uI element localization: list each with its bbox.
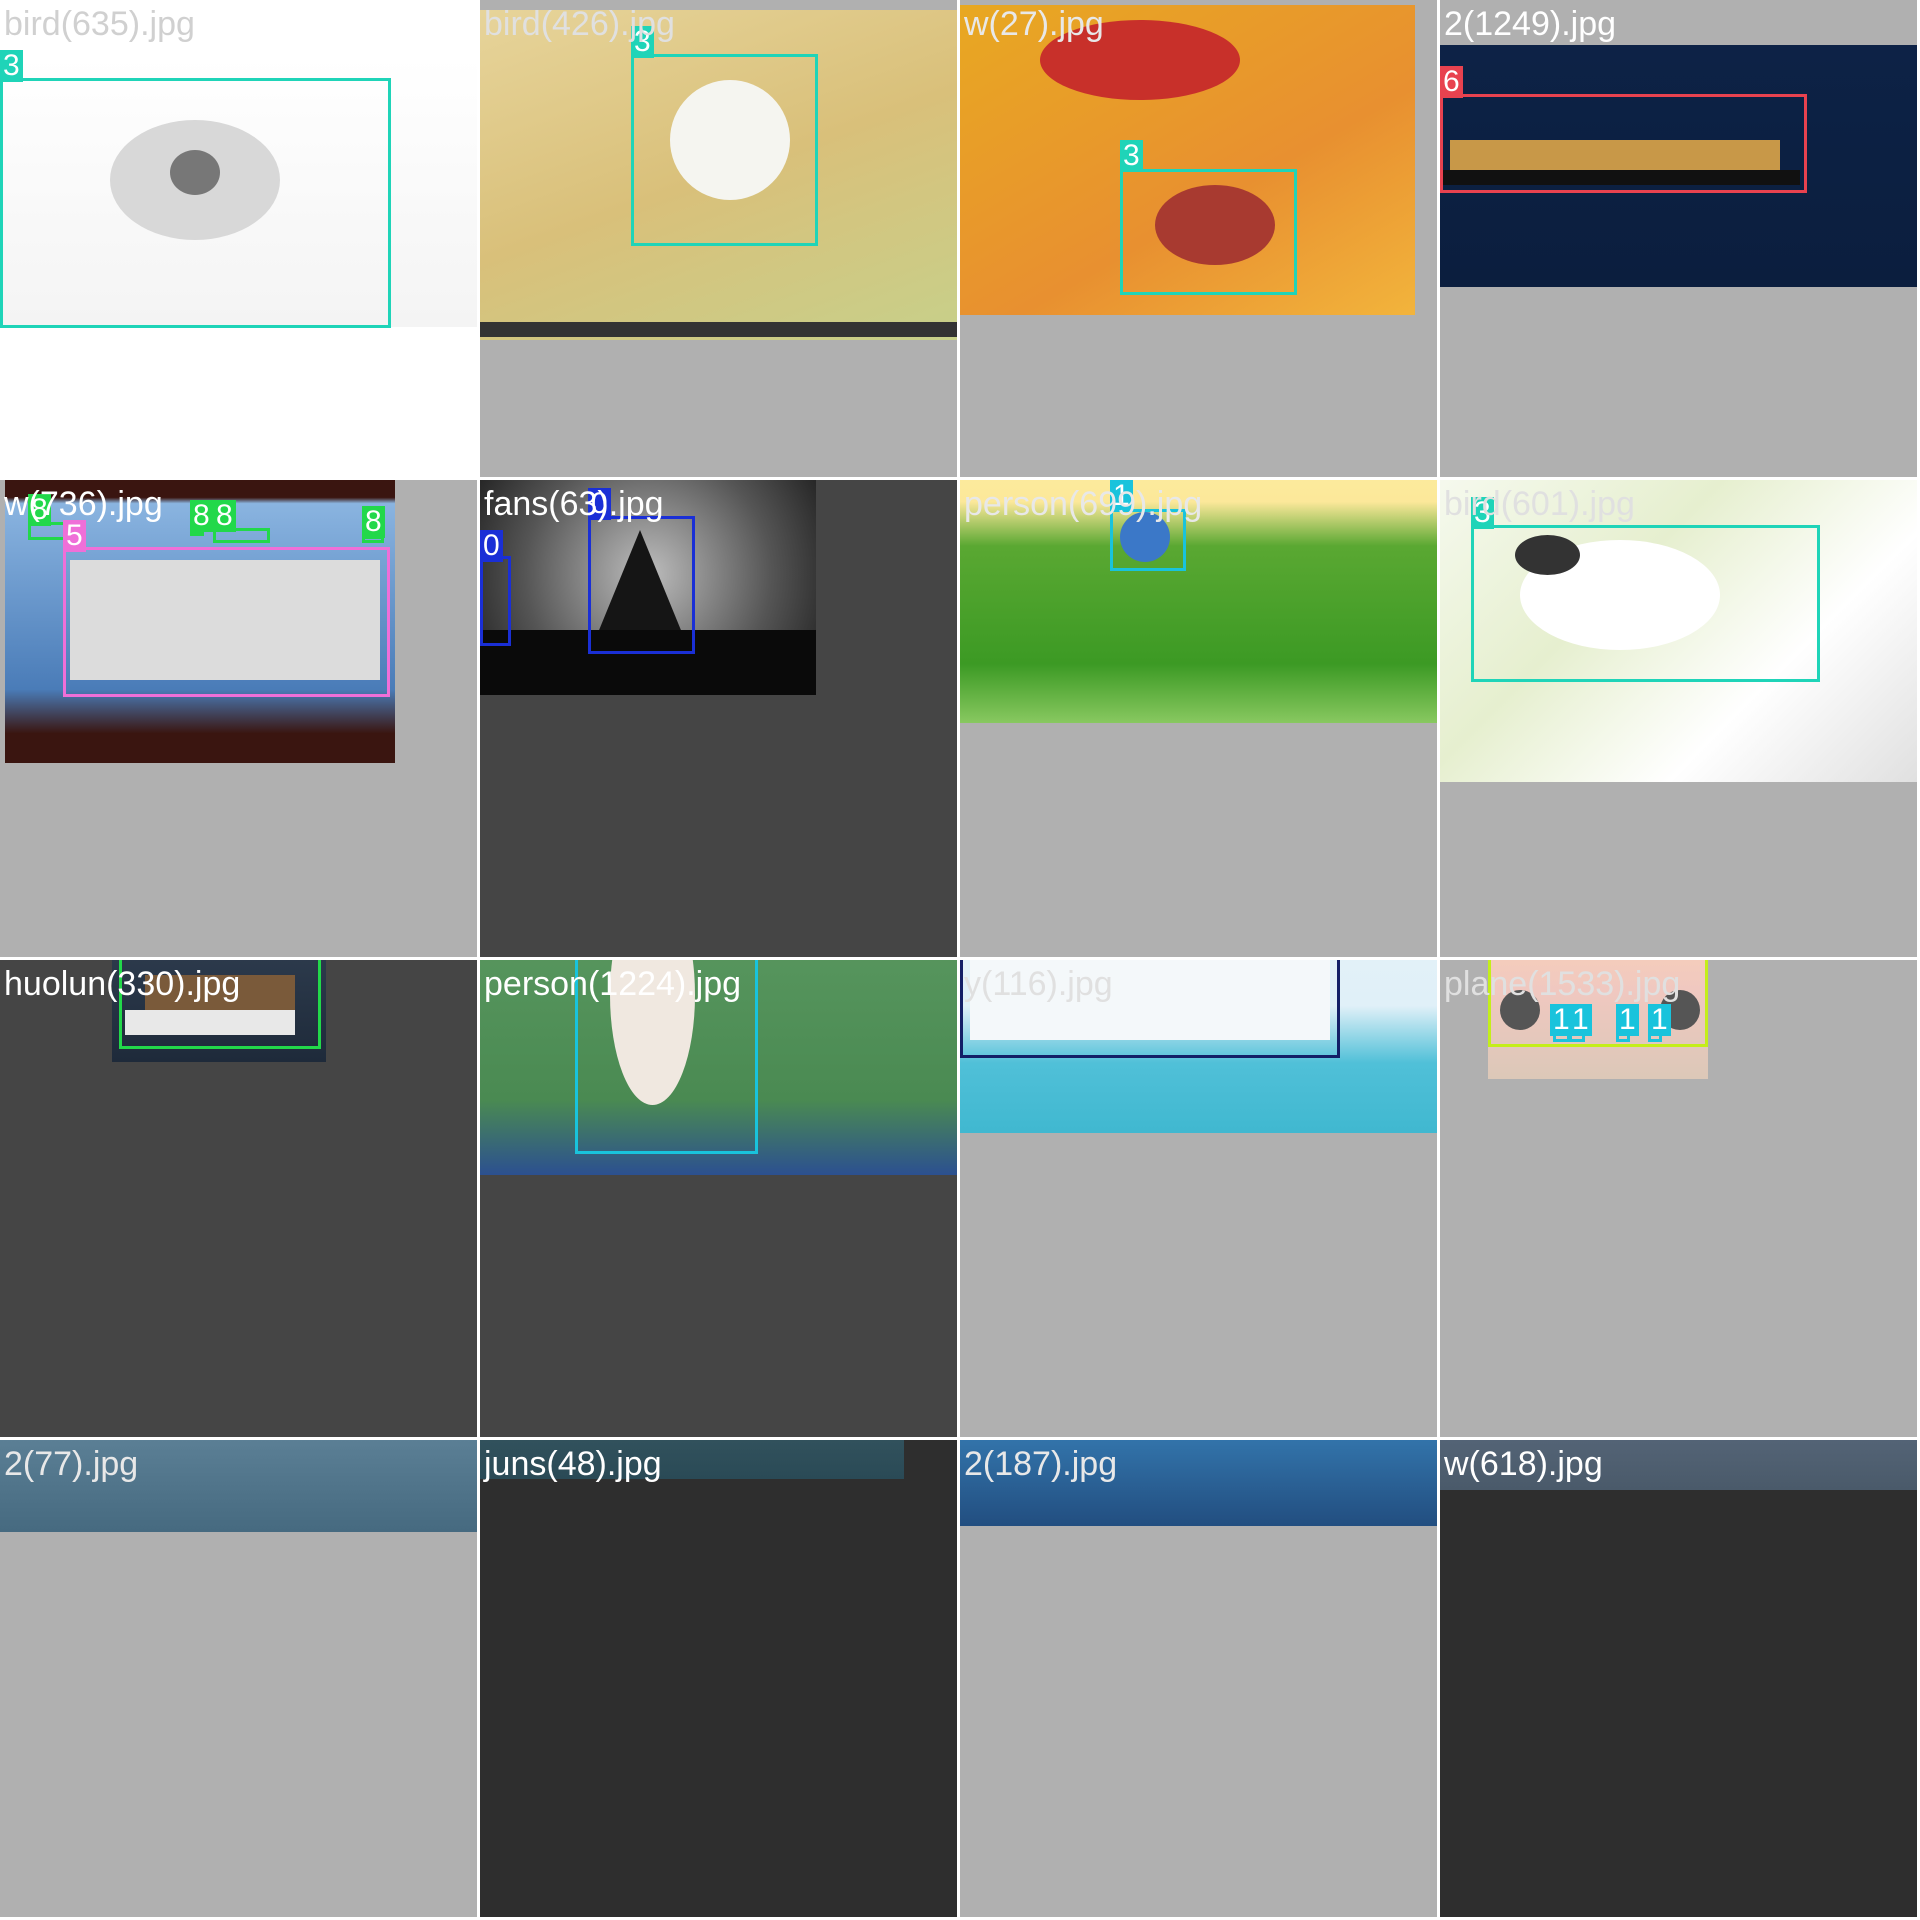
class-label: 8 (362, 506, 385, 538)
mosaic-tile: 71111plane(1533).jpg (1440, 960, 1917, 1437)
mosaic-tile: 4y(116).jpg (960, 960, 1437, 1437)
mosaic-tile: 3 bird(635).jpg (0, 0, 477, 477)
image-filename: bird(635).jpg (4, 5, 195, 43)
mosaic-grid: 3 bird(635).jpg 3 bird(426).jpg 3 w(27).jpg 6 2… (0, 0, 1920, 1920)
mosaic-tile: 52juns(48).jpg (480, 1440, 957, 1917)
mosaic-tile: 0 0 fans(63).jpg (480, 480, 957, 957)
image-filename: huolun(330).jpg (4, 965, 241, 1003)
class-label: 8 (213, 500, 236, 532)
image-filename: person(699).jpg (964, 485, 1203, 523)
bounding-box (1440, 94, 1807, 193)
bounding-box (631, 54, 818, 246)
image-filename: w(618).jpg (1444, 1445, 1603, 1483)
image-filename: bird(601).jpg (1444, 485, 1635, 523)
bounding-box (1471, 525, 1820, 682)
bounding-box (1120, 169, 1297, 295)
bounding-box (63, 547, 390, 697)
bounding-box (480, 556, 511, 646)
mosaic-tile: 1 person(699).jpg (960, 480, 1437, 957)
image-filename: w(736).jpg (4, 485, 163, 523)
image-filename: juns(48).jpg (484, 1445, 662, 1483)
class-label: 3 (1120, 140, 1143, 172)
image-filename: plane(1533).jpg (1444, 965, 1681, 1003)
mosaic-tile: 8 5 8 8 8 w(736).jpg (0, 480, 477, 957)
image-filename: 2(77).jpg (4, 1445, 139, 1483)
image-filename: 2(1249).jpg (1444, 5, 1617, 43)
bounding-box (588, 516, 695, 654)
mosaic-tile: 8huolun(330).jpg (0, 960, 477, 1437)
mosaic-tile: 1person(1224).jpg (480, 960, 957, 1437)
mosaic-tile: 3 bird(426).jpg (480, 0, 957, 477)
image-filename: person(1224).jpg (484, 965, 742, 1003)
image-filename: bird(426).jpg (484, 5, 675, 43)
class-label: 3 (0, 50, 23, 82)
bounding-box (0, 78, 391, 328)
class-label: 0 (480, 530, 503, 562)
class-label: 5 (63, 520, 86, 552)
image-subject (480, 322, 957, 337)
class-label: 1 (1616, 1004, 1639, 1036)
image-filename: w(27).jpg (964, 5, 1104, 43)
class-label: 1 (1648, 1004, 1671, 1036)
mosaic-tile: 42(187).jpg (960, 1440, 1437, 1917)
mosaic-tile: 3 w(27).jpg (960, 0, 1437, 477)
mosaic-tile: 3 bird(601).jpg (1440, 480, 1917, 957)
image-filename: 2(187).jpg (964, 1445, 1118, 1483)
mosaic-tile: 55w(618).jpg (1440, 1440, 1917, 1917)
image-filename: y(116).jpg (964, 965, 1113, 1003)
class-label: 8 (190, 500, 213, 532)
class-label: 1 (1569, 1004, 1592, 1036)
mosaic-tile: 6 2(1249).jpg (1440, 0, 1917, 477)
image-filename: fans(63).jpg (484, 485, 664, 523)
mosaic-tile: 42(77).jpg (0, 1440, 477, 1917)
class-label: 6 (1440, 66, 1463, 98)
